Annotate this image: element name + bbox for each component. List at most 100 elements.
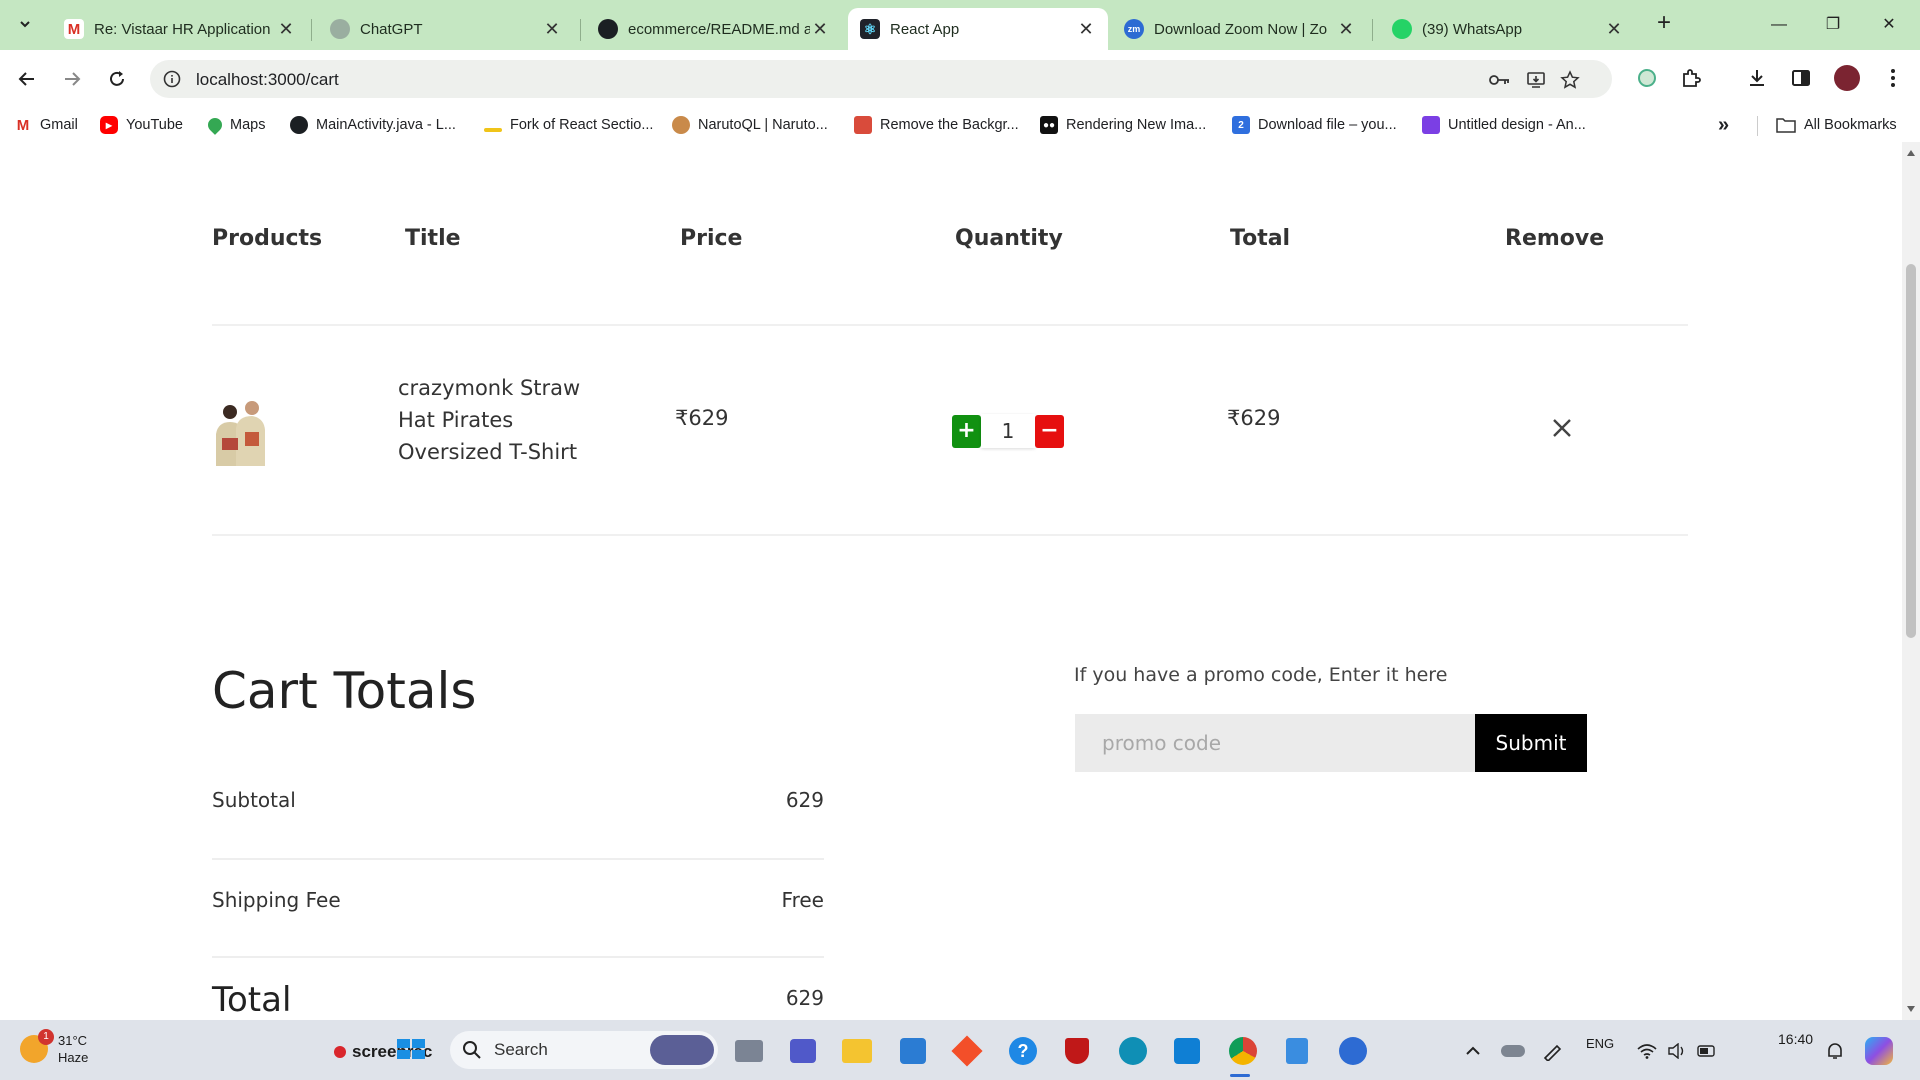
tab-github[interactable]: ecommerce/README.md a ✕ [586, 8, 842, 50]
browser-toolbar: localhost:3000/cart [0, 50, 1920, 108]
promo-label: If you have a promo code, Enter it here [1074, 664, 1448, 686]
task-view-icon[interactable] [732, 1034, 766, 1068]
language-indicator[interactable]: ENG [1586, 1036, 1614, 1051]
side-panel-icon[interactable] [1786, 63, 1816, 93]
git-icon[interactable] [950, 1034, 984, 1068]
notepad-icon[interactable] [1280, 1034, 1314, 1068]
increase-quantity-button[interactable]: + [952, 414, 981, 448]
bookmark-youtube[interactable]: ▶ YouTube [100, 114, 183, 136]
close-icon[interactable]: ✕ [542, 19, 562, 40]
microsoft-store-icon[interactable] [896, 1034, 930, 1068]
back-button[interactable] [10, 62, 44, 96]
chatgpt-icon [330, 19, 350, 39]
minimize-button[interactable]: — [1756, 10, 1802, 40]
page-scrollbar[interactable] [1902, 142, 1920, 1020]
volume-icon[interactable] [1660, 1034, 1694, 1068]
chrome-icon[interactable] [1226, 1034, 1260, 1068]
decrease-quantity-button[interactable]: − [1035, 414, 1064, 448]
close-icon[interactable]: ✕ [276, 19, 296, 40]
extension-icon[interactable] [1632, 63, 1662, 93]
tab-whatsapp[interactable]: (39) WhatsApp ✕ [1380, 8, 1636, 50]
weather-widget[interactable]: 1 31°C Haze [20, 1029, 88, 1066]
quantity-input[interactable] [981, 414, 1035, 448]
close-icon[interactable]: ✕ [1604, 19, 1624, 40]
cart-page: Products Title Price Quantity Total Remo… [0, 142, 1902, 1020]
all-bookmarks-button[interactable]: All Bookmarks [1776, 114, 1897, 136]
tab-title: Re: Vistaar HR Application [94, 20, 271, 38]
wifi-icon[interactable] [1630, 1034, 1664, 1068]
teams-icon[interactable] [786, 1034, 820, 1068]
shipping-value: Free [781, 888, 824, 912]
tab-gmail[interactable]: M Re: Vistaar HR Application ✕ [52, 8, 308, 50]
close-icon[interactable]: ✕ [1076, 19, 1096, 40]
video-icon [1422, 116, 1440, 134]
site-info-icon[interactable] [160, 67, 184, 91]
total-label: Total [212, 980, 292, 1020]
arrow-left-icon [18, 72, 34, 86]
vscode-icon[interactable] [1170, 1034, 1204, 1068]
extensions-puzzle-icon[interactable] [1676, 63, 1706, 93]
close-icon[interactable]: ✕ [1336, 19, 1356, 40]
menu-kebab-icon[interactable] [1878, 63, 1908, 93]
zoom-icon: zm [1124, 19, 1144, 39]
tab-strip: M Re: Vistaar HR Application ✕ ChatGPT ✕… [0, 0, 1920, 50]
edge-icon[interactable] [1116, 1034, 1150, 1068]
pen-icon[interactable] [1536, 1034, 1570, 1068]
bookmark-gmail[interactable]: M Gmail [14, 114, 78, 136]
mcafee-icon[interactable] [1060, 1034, 1094, 1068]
zoom-taskbar-icon[interactable] [1336, 1034, 1370, 1068]
promo-code-input[interactable] [1075, 714, 1476, 772]
search-label: Search [494, 1040, 548, 1059]
bookmark-label: Maps [230, 117, 266, 133]
bookmark-rendering[interactable]: ●● Rendering New Ima... [1040, 114, 1206, 136]
help-icon[interactable]: ? [1006, 1034, 1040, 1068]
bookmark-react-section[interactable]: Fork of React Sectio... [484, 114, 653, 136]
restore-button[interactable]: ❐ [1810, 10, 1856, 40]
copilot-icon[interactable] [1862, 1034, 1896, 1068]
reload-button[interactable] [100, 62, 134, 96]
password-key-icon[interactable] [1488, 68, 1512, 92]
medium-icon: ●● [1040, 116, 1058, 134]
bookmark-maps[interactable]: Maps [205, 114, 266, 136]
bookmark-remove-bg[interactable]: Remove the Backgr... [854, 114, 1019, 136]
onedrive-icon[interactable] [1496, 1034, 1530, 1068]
scroll-up-icon[interactable] [1907, 150, 1915, 156]
tab-chatgpt[interactable]: ChatGPT ✕ [318, 8, 574, 50]
windows-logo-icon [397, 1039, 425, 1059]
scroll-down-icon[interactable] [1907, 1006, 1915, 1012]
tab-separator [311, 19, 312, 41]
bookmark-label: YouTube [126, 117, 183, 133]
taskbar-search[interactable]: Search [450, 1031, 718, 1069]
battery-icon[interactable] [1690, 1034, 1724, 1068]
downloads-icon[interactable] [1742, 63, 1772, 93]
tab-zoom[interactable]: zm Download Zoom Now | Zo ✕ [1112, 8, 1368, 50]
bookmark-download-file[interactable]: 2 Download file – you... [1232, 114, 1397, 136]
shipping-row: Shipping Fee Free [212, 888, 824, 912]
bookmark-star-icon[interactable] [1558, 68, 1582, 92]
cart-totals-heading: Cart Totals [212, 662, 477, 720]
product-image[interactable] [212, 398, 266, 466]
bookmark-label: NarutoQL | Naruto... [698, 117, 828, 133]
tab-react-app[interactable]: ⚛ React App ✕ [848, 8, 1108, 50]
new-tab-button[interactable]: + [1651, 11, 1677, 37]
chevron-up-icon[interactable] [1456, 1034, 1490, 1068]
more-bookmarks-button[interactable]: » [1718, 114, 1729, 136]
remove-icon[interactable] [1548, 414, 1576, 442]
close-window-button[interactable]: ✕ [1866, 10, 1912, 40]
file-explorer-icon[interactable] [840, 1034, 874, 1068]
promo-submit-button[interactable]: Submit [1475, 714, 1587, 772]
bookmark-narutoql[interactable]: NarutoQL | Naruto... [672, 114, 828, 136]
scrollbar-thumb[interactable] [1906, 264, 1916, 638]
close-icon[interactable]: ✕ [810, 19, 830, 40]
profile-avatar[interactable] [1832, 63, 1862, 93]
tab-search-button[interactable] [10, 9, 40, 39]
clock[interactable]: 16:40 [1778, 1030, 1813, 1048]
notification-bell-icon[interactable] [1818, 1034, 1852, 1068]
address-bar[interactable]: localhost:3000/cart [150, 60, 1612, 98]
bookmark-mainactivity[interactable]: MainActivity.java - L... [290, 114, 456, 136]
bookmark-untitled-design[interactable]: Untitled design - An... [1422, 114, 1586, 136]
install-app-icon[interactable] [1524, 68, 1548, 92]
start-button[interactable] [394, 1032, 428, 1066]
forward-button[interactable] [55, 62, 89, 96]
product-title: crazymonk Straw Hat Pirates Oversized T-… [398, 376, 581, 464]
